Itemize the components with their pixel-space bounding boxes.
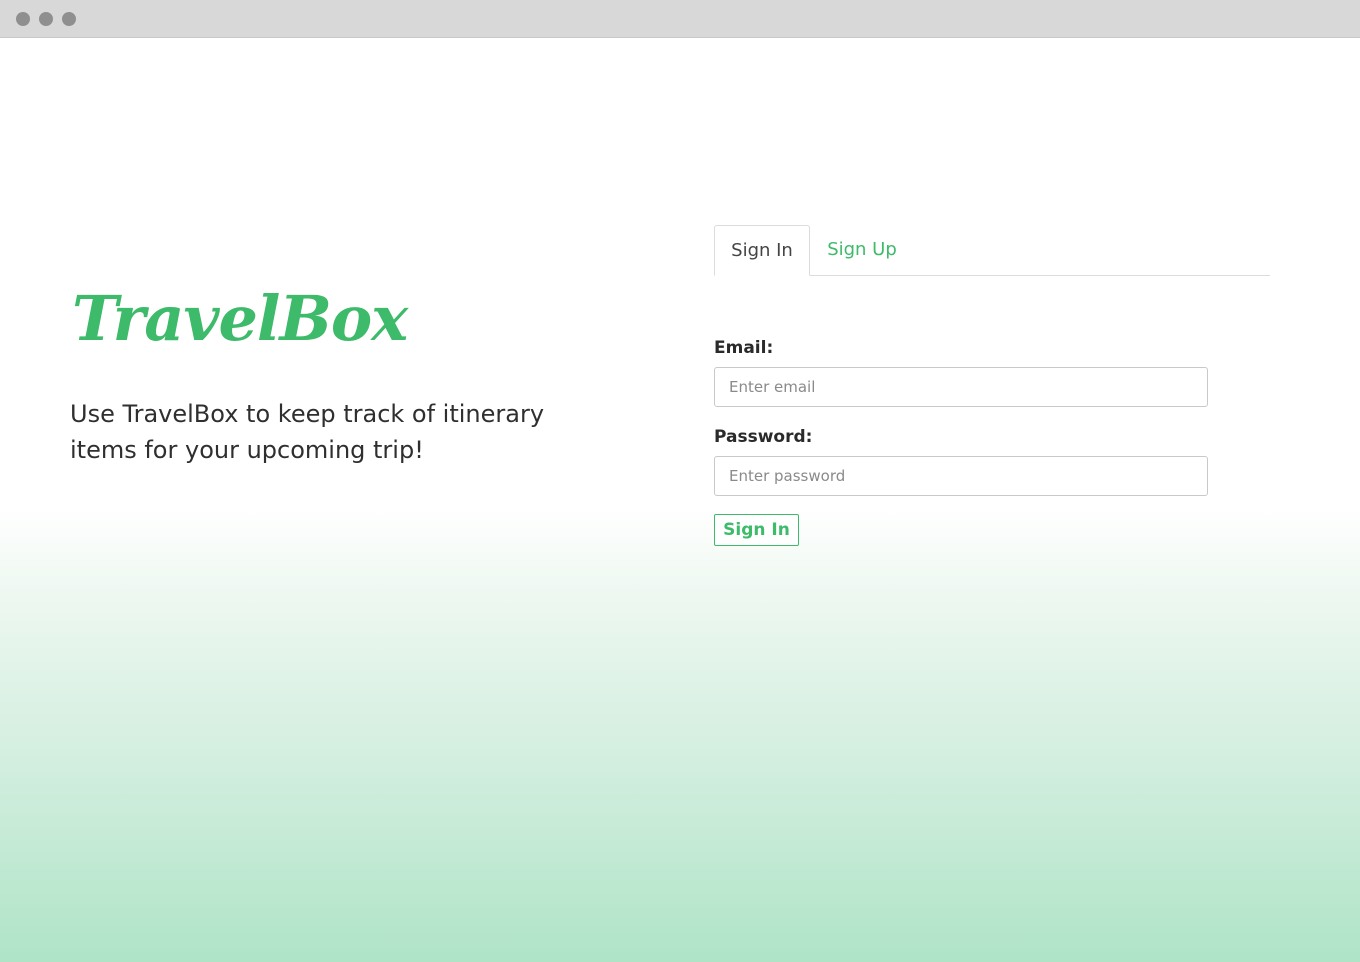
password-field[interactable] [714, 456, 1208, 496]
window-maximize-dot[interactable] [62, 12, 76, 26]
page-content: TravelBox Use TravelBox to keep track of… [0, 38, 1360, 962]
email-field[interactable] [714, 367, 1208, 407]
password-label: Password: [714, 427, 813, 447]
tab-sign-in[interactable]: Sign In [714, 225, 810, 276]
window-titlebar [0, 0, 1360, 38]
sign-in-button[interactable]: Sign In [714, 514, 799, 546]
hero-tagline: Use TravelBox to keep track of itinerary… [70, 400, 545, 464]
email-label: Email: [714, 338, 774, 358]
travelbox-logo: TravelBox [72, 282, 408, 355]
auth-tabs: Sign In Sign Up [714, 225, 1270, 276]
window-close-dot[interactable] [16, 12, 30, 26]
browser-window: TravelBox Use TravelBox to keep track of… [0, 0, 1360, 962]
tab-sign-up[interactable]: Sign Up [814, 225, 910, 276]
window-minimize-dot[interactable] [39, 12, 53, 26]
